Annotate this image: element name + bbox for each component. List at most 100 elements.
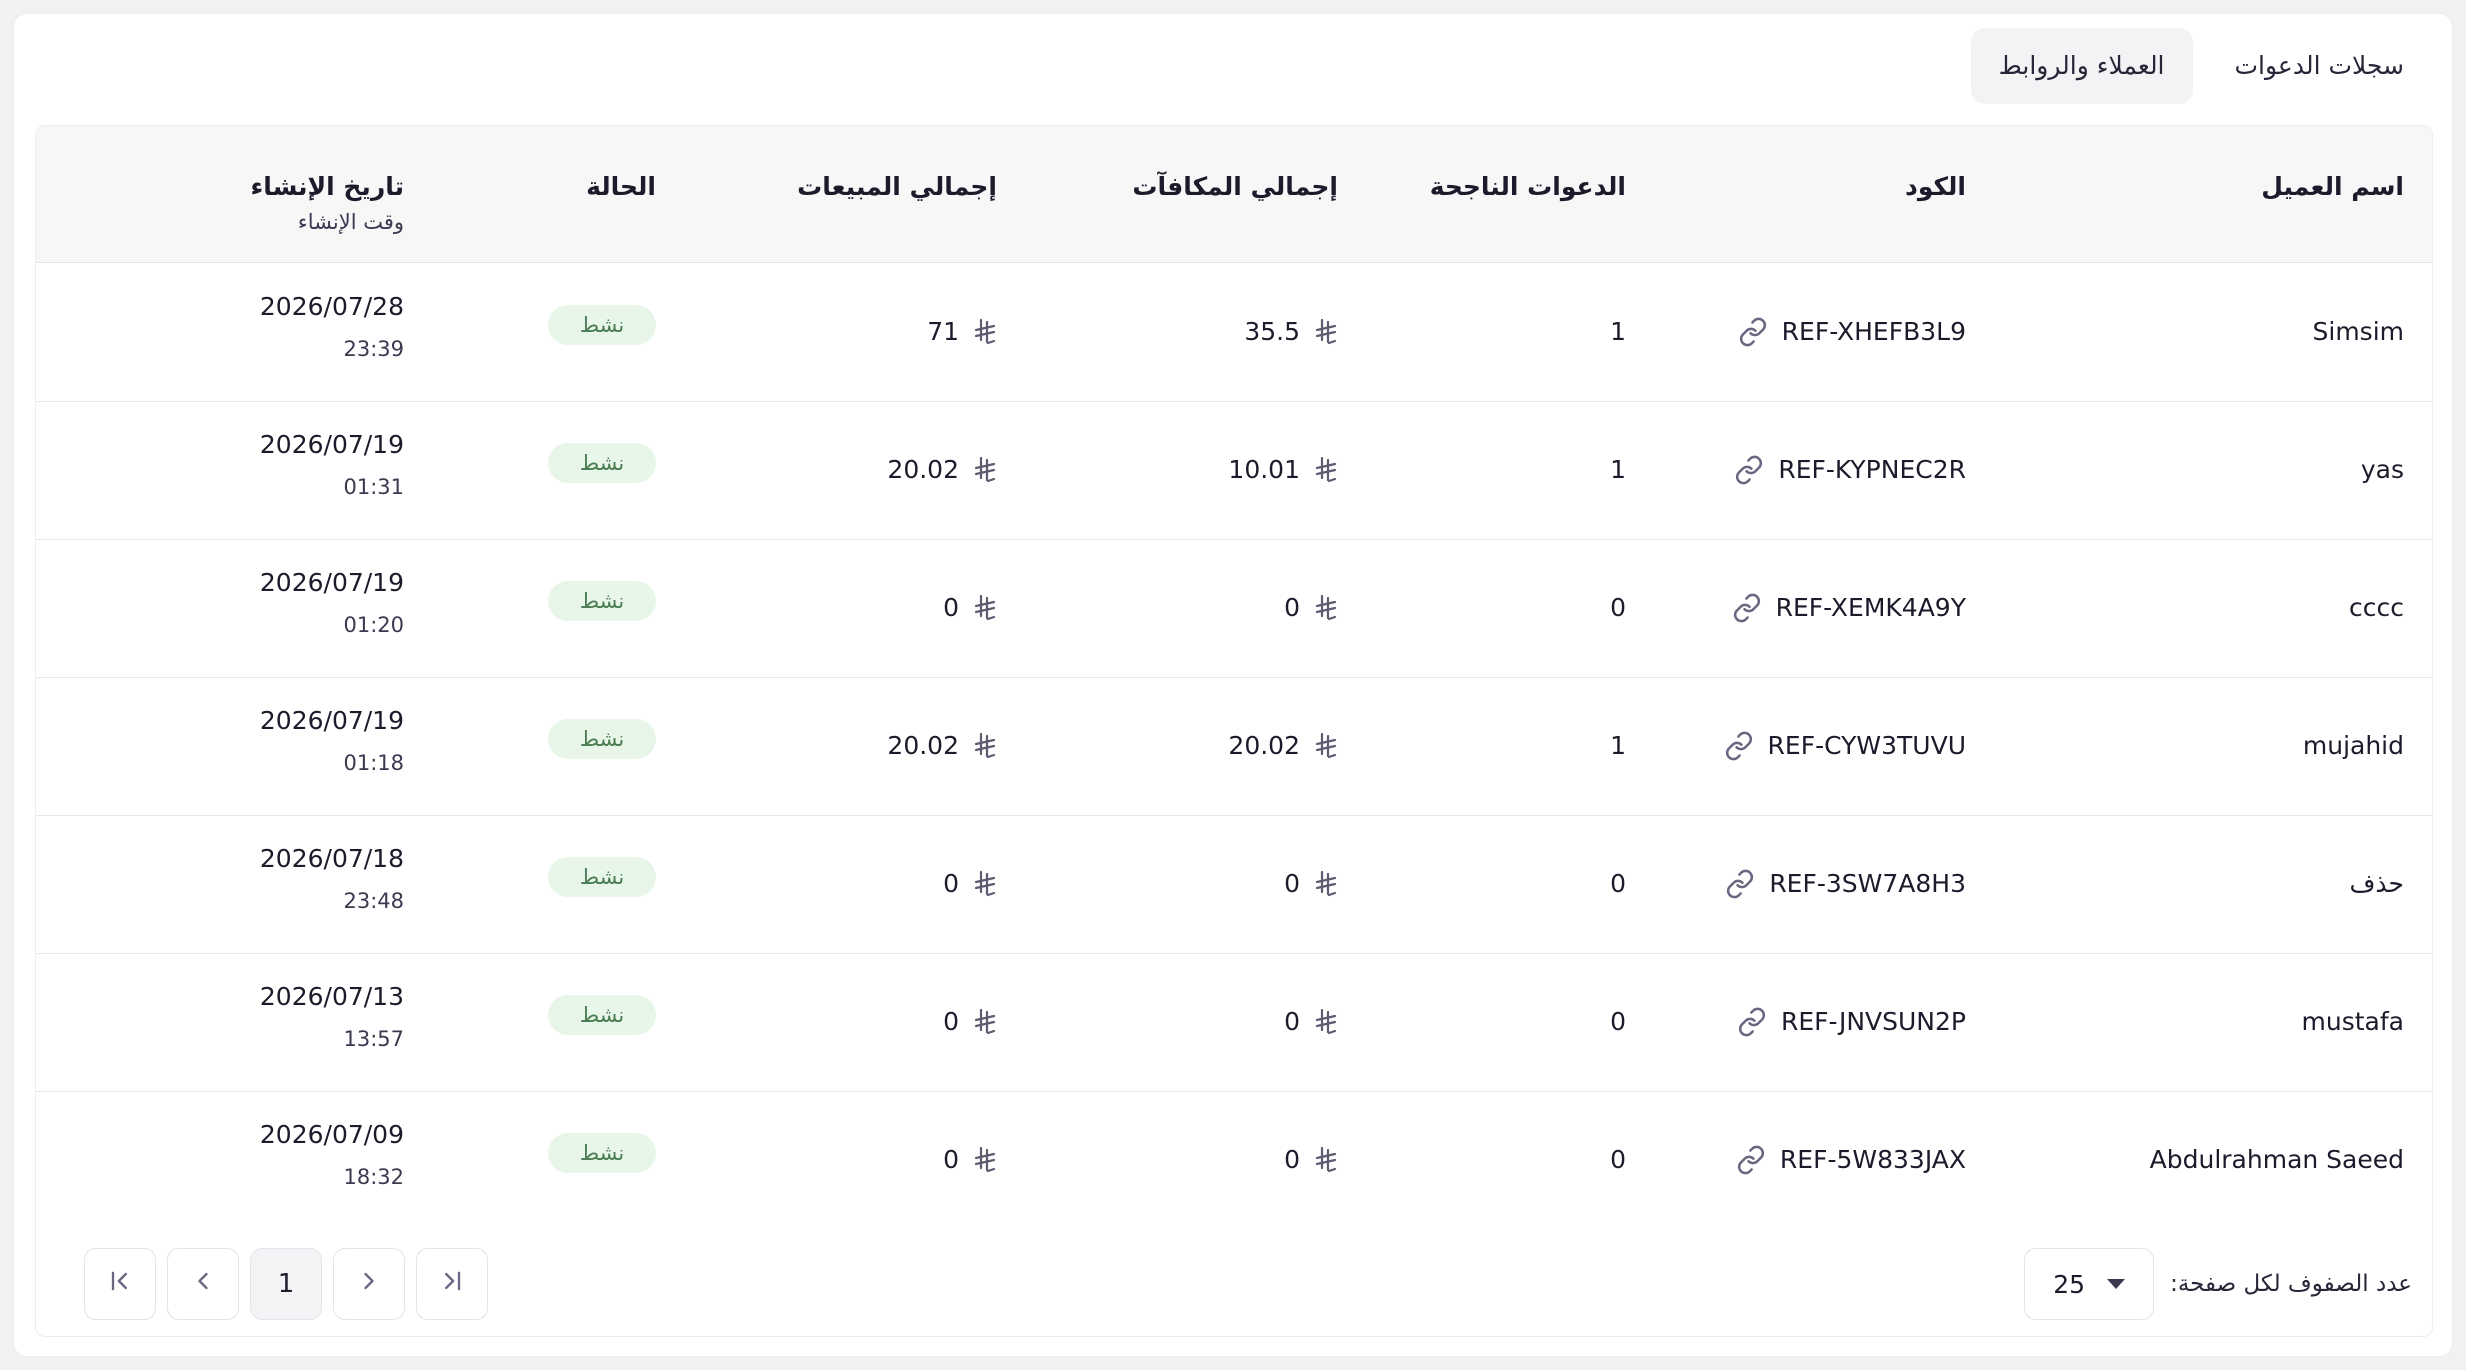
riyal-currency-icon (1314, 870, 1338, 898)
table-row[interactable]: Abdulrahman Saeed REF-5W833JAX 0 0 0 نشط… (36, 1091, 2432, 1229)
total-sales: 0 (943, 593, 959, 622)
created-time: 01:20 (343, 613, 404, 637)
referral-code: REF-JNVSUN2P (1781, 1007, 1966, 1036)
riyal-currency-icon (1314, 732, 1338, 760)
tab-customers-links[interactable]: العملاء والروابط (1970, 28, 2193, 104)
total-rewards-cell: 10.01 (1228, 401, 1338, 539)
created-at: 2026/07/18 23:48 (260, 839, 404, 923)
riyal-currency-icon (973, 732, 997, 760)
last-page-icon (438, 1267, 466, 1302)
total-sales-cell: 71 (927, 263, 997, 401)
table-row[interactable]: mustafa REF-JNVSUN2P 0 0 0 نشط 2026/07/1… (36, 953, 2432, 1092)
successful-invites: 0 (1610, 869, 1626, 898)
total-rewards: 35.5 (1244, 317, 1300, 346)
copy-link-icon[interactable] (1734, 455, 1764, 485)
created-date: 2026/07/18 (259, 844, 404, 873)
tab-invite-logs[interactable]: سجلات الدعوات (2207, 28, 2432, 104)
total-sales: 0 (943, 869, 959, 898)
successful-invites: 0 (1610, 1145, 1626, 1174)
referral-code-cell: REF-3SW7A8H3 (1725, 815, 1966, 953)
total-rewards-cell: 20.02 (1228, 677, 1338, 815)
riyal-currency-icon (973, 594, 997, 622)
customer-name: mujahid (2302, 731, 2404, 760)
current-page-button[interactable]: 1 (250, 1248, 322, 1320)
total-sales-cell: 0 (943, 815, 997, 953)
table-row[interactable]: cccc REF-XEMK4A9Y 0 0 0 نشط 2026/07/19 0… (36, 539, 2432, 678)
riyal-currency-icon (1314, 1146, 1338, 1174)
rows-per-page-select[interactable]: 25 (2024, 1248, 2155, 1320)
status-badge: نشط (548, 305, 656, 345)
status-badge: نشط (548, 995, 656, 1035)
table-row[interactable]: yas REF-KYPNEC2R 1 10.01 20.02 نشط 2026/… (36, 401, 2432, 540)
copy-link-icon[interactable] (1738, 317, 1768, 347)
total-rewards-cell: 0 (1284, 953, 1338, 1091)
rows-per-page-label: عدد الصفوف لكل صفحة: (2170, 1271, 2412, 1297)
header-customer-name: اسم العميل (2261, 172, 2404, 201)
table-row[interactable]: حذف REF-3SW7A8H3 0 0 0 نشط 2026/07/18 23… (36, 815, 2432, 954)
status-badge: نشط (548, 1133, 656, 1173)
copy-link-icon[interactable] (1724, 731, 1754, 761)
header-total-rewards: إجمالي المكافآت (1132, 172, 1338, 201)
riyal-currency-icon (1314, 1008, 1338, 1036)
total-sales-cell: 20.02 (887, 677, 997, 815)
rows-per-page-value: 25 (2053, 1269, 2085, 1299)
created-at: 2026/07/28 23:39 (260, 287, 404, 371)
customer-name: yas (2360, 455, 2404, 484)
header-created-time: وقت الإنشاء (297, 210, 404, 234)
created-at: 2026/07/19 01:20 (260, 563, 404, 647)
riyal-currency-icon (973, 318, 997, 346)
customer-name: حذف (2349, 869, 2405, 898)
status-badge: نشط (548, 857, 656, 897)
caret-down-icon (2107, 1279, 2125, 1289)
copy-link-icon[interactable] (1737, 1007, 1767, 1037)
referral-code-cell: REF-XEMK4A9Y (1732, 539, 1966, 677)
total-sales-cell: 0 (943, 539, 997, 677)
successful-invites: 1 (1610, 731, 1626, 760)
created-time: 13:57 (343, 1027, 404, 1051)
total-rewards-cell: 0 (1284, 539, 1338, 677)
total-rewards: 0 (1284, 1145, 1300, 1174)
next-page-button[interactable] (333, 1248, 405, 1320)
total-rewards: 20.02 (1228, 731, 1300, 760)
copy-link-icon[interactable] (1732, 593, 1762, 623)
successful-invites: 0 (1610, 1007, 1626, 1036)
created-date: 2026/07/19 (259, 706, 404, 735)
first-page-icon (106, 1267, 134, 1302)
created-at: 2026/07/19 01:18 (260, 701, 404, 785)
last-page-button[interactable] (416, 1248, 488, 1320)
total-sales-cell: 0 (943, 1091, 997, 1229)
riyal-currency-icon (973, 456, 997, 484)
total-sales: 71 (927, 317, 959, 346)
table-header: اسم العميل الكود الدعوات الناجحة إجمالي … (36, 126, 2432, 263)
created-time: 18:32 (343, 1165, 404, 1189)
copy-link-icon[interactable] (1725, 869, 1755, 899)
created-time: 01:31 (343, 475, 404, 499)
table-row[interactable]: mujahid REF-CYW3TUVU 1 20.02 20.02 نشط 2… (36, 677, 2432, 816)
total-rewards-cell: 0 (1284, 815, 1338, 953)
customers-table: اسم العميل الكود الدعوات الناجحة إجمالي … (35, 125, 2433, 1337)
total-sales-cell: 20.02 (887, 401, 997, 539)
successful-invites: 1 (1610, 317, 1626, 346)
created-time: 23:48 (343, 889, 404, 913)
referral-code: REF-3SW7A8H3 (1769, 869, 1966, 898)
total-rewards: 0 (1284, 869, 1300, 898)
copy-link-icon[interactable] (1736, 1145, 1766, 1175)
chevron-left-icon (189, 1267, 217, 1302)
referral-code-cell: REF-XHEFB3L9 (1738, 263, 1966, 401)
created-time: 23:39 (343, 337, 404, 361)
created-date: 2026/07/19 (259, 568, 404, 597)
riyal-currency-icon (1314, 594, 1338, 622)
total-sales: 0 (943, 1145, 959, 1174)
riyal-currency-icon (1314, 456, 1338, 484)
previous-page-button[interactable] (167, 1248, 239, 1320)
total-sales: 20.02 (887, 455, 959, 484)
first-page-button[interactable] (84, 1248, 156, 1320)
customer-name: mustafa (2301, 1007, 2404, 1036)
header-total-sales: إجمالي المبيعات (797, 172, 997, 201)
created-at: 2026/07/13 13:57 (260, 977, 404, 1061)
total-sales: 20.02 (887, 731, 959, 760)
table-row[interactable]: Simsim REF-XHEFB3L9 1 35.5 71 نشط 2026/0… (36, 263, 2432, 402)
total-rewards-cell: 0 (1284, 1091, 1338, 1229)
riyal-currency-icon (1314, 318, 1338, 346)
referral-code: REF-5W833JAX (1779, 1145, 1966, 1174)
